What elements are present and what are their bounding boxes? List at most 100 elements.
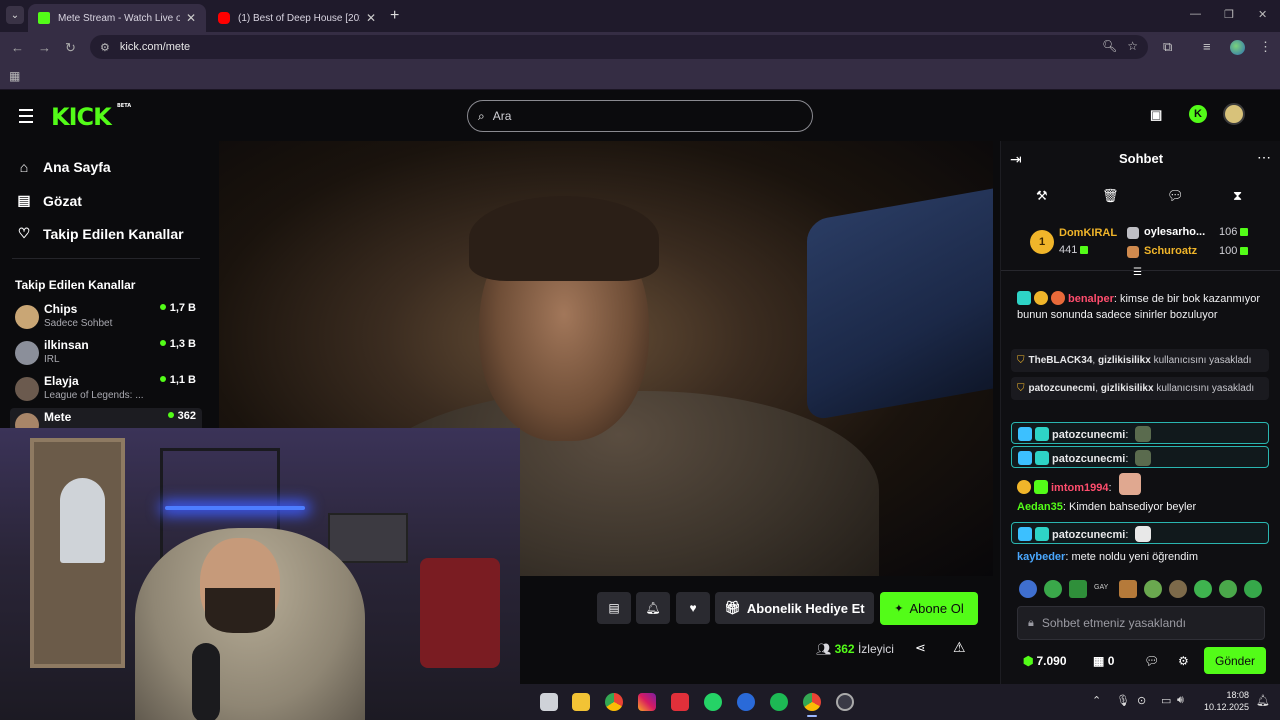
youtube-favicon-icon: [218, 12, 230, 24]
emote-icon[interactable]: [1244, 580, 1262, 598]
room-tv: [328, 513, 408, 563]
notification-icon[interactable]: 🔔︎: [1256, 694, 1270, 707]
media-control-icon[interactable]: ≡: [1203, 39, 1211, 54]
tab-search-button[interactable]: ⌄: [6, 6, 24, 24]
emote-icon[interactable]: [1144, 580, 1162, 598]
follow-button[interactable]: ♥: [676, 592, 710, 624]
menu-kebab-icon[interactable]: ⋮: [1259, 39, 1272, 55]
site-settings-icon[interactable]: ⚙: [100, 41, 110, 54]
system-message-text: kullanıcısını yasakladı: [1156, 383, 1255, 394]
settings-gear-icon[interactable]: ⚙: [1178, 654, 1189, 668]
viewer-label: İzleyici: [857, 642, 894, 656]
spotify-icon[interactable]: [770, 693, 788, 711]
chat-input[interactable]: 🔒︎ Sohbet etmeniz yasaklandı: [1017, 606, 1265, 640]
chat-bubble-icon[interactable]: 💬︎: [1167, 188, 1184, 204]
chat-username[interactable]: patozcunecmi: [1052, 453, 1125, 465]
chat-message[interactable]: Aedan35: Kimden bahsediyor beyler: [1017, 499, 1269, 515]
chat-message[interactable]: imtom1994:: [1017, 473, 1269, 496]
system-clock[interactable]: 18:08 10.12.2025: [1203, 689, 1249, 713]
whatsapp-icon[interactable]: [704, 693, 722, 711]
channel-points[interactable]: ⬢ 7.090: [1023, 654, 1067, 668]
app-icon[interactable]: [671, 693, 689, 711]
trash-icon[interactable]: 🗑︎: [1102, 188, 1119, 204]
close-window-icon[interactable]: ✕: [1258, 8, 1267, 21]
tray-app-icon[interactable]: ⊙: [1137, 694, 1146, 707]
app-icon[interactable]: [836, 693, 854, 711]
drops-counter[interactable]: ▦ 0: [1093, 654, 1114, 668]
emote-icon[interactable]: [1219, 580, 1237, 598]
steam-icon[interactable]: [737, 693, 755, 711]
chrome-active-icon[interactable]: [803, 693, 821, 717]
sidebar-item-home[interactable]: ⌂ Ana Sayfa: [16, 159, 111, 175]
notification-button[interactable]: 🔔︎: [636, 592, 670, 624]
url-input[interactable]: ⚙ kick.com/mete 🔍︎ ☆: [90, 35, 1148, 59]
channel-item[interactable]: Elayja League of Legends: ... 1,1 B: [10, 372, 202, 406]
chat-username[interactable]: patozcunecmi: [1052, 529, 1125, 541]
chat-username[interactable]: Aedan35: [1017, 501, 1063, 513]
hourglass-icon[interactable]: ⧗: [1233, 188, 1242, 204]
instagram-icon[interactable]: [638, 693, 656, 711]
tray-chevron-icon[interactable]: ⌃: [1092, 694, 1101, 707]
search-input[interactable]: ⌕ Ara: [467, 100, 813, 132]
hamburger-menu-icon[interactable]: [19, 109, 33, 127]
avatar: [15, 377, 39, 401]
close-tab-icon[interactable]: ✕: [366, 11, 376, 25]
file-explorer-icon[interactable]: [540, 693, 558, 711]
chat-username[interactable]: patozcunecmi: [1052, 429, 1125, 441]
profile-avatar-icon[interactable]: [1230, 40, 1245, 55]
emote-icon[interactable]: [1019, 580, 1037, 598]
channel-item[interactable]: ilkinsan IRL 1,3 B: [10, 336, 202, 370]
minimize-icon[interactable]: —: [1190, 8, 1201, 20]
kick-coin-icon[interactable]: K: [1189, 105, 1207, 123]
reload-icon[interactable]: ↻: [65, 40, 76, 56]
gifter-name[interactable]: oylesarho...: [1144, 226, 1205, 238]
emote-icon[interactable]: [1169, 580, 1187, 598]
gay-emote-icon[interactable]: GAY: [1094, 584, 1116, 602]
highlighted-chat-message[interactable]: patozcunecmi:: [1011, 522, 1269, 544]
emote-icon[interactable]: [1044, 580, 1062, 598]
folder-icon[interactable]: [572, 693, 590, 711]
tab-kick[interactable]: Mete Stream - Watch Live on Kick ✕: [28, 4, 206, 32]
sidebar-item-browse[interactable]: ▤ Gözat: [16, 192, 82, 209]
restore-icon[interactable]: ❐: [1224, 8, 1234, 21]
tab-youtube[interactable]: (1) Best of Deep House [2025] | ✕: [208, 4, 386, 32]
chat-username[interactable]: imtom1994: [1051, 482, 1108, 494]
gifter-name[interactable]: Schuroatz: [1144, 245, 1197, 257]
top-gifter-name[interactable]: DomKIRAL: [1059, 227, 1117, 239]
user-avatar[interactable]: [1223, 103, 1245, 125]
close-tab-icon[interactable]: ✕: [186, 11, 196, 25]
emote-icon[interactable]: [1194, 580, 1212, 598]
subscribe-button[interactable]: ✦ Abone Ol: [880, 592, 978, 625]
emote-icon[interactable]: [1119, 580, 1137, 598]
clip-button[interactable]: ▤: [597, 592, 631, 624]
volume-icon[interactable]: 🔊︎: [1177, 694, 1184, 707]
pinned-expand-icon[interactable]: ☰: [1133, 267, 1142, 278]
new-tab-button[interactable]: +: [390, 7, 399, 25]
channel-item[interactable]: Chips Sadece Sohbet 1,7 B: [10, 300, 202, 334]
emote-icon[interactable]: [1069, 580, 1087, 598]
display-icon[interactable]: ▭: [1161, 694, 1171, 707]
sidebar-item-following[interactable]: ♡ Takip Edilen Kanallar: [16, 225, 184, 242]
bookmark-star-icon[interactable]: 🔍︎ ☆: [1102, 39, 1138, 53]
send-button[interactable]: Gönder: [1204, 647, 1266, 674]
forward-icon[interactable]: →: [38, 40, 51, 55]
microphone-icon[interactable]: 🎙︎: [1116, 694, 1130, 707]
report-warning-icon[interactable]: ⚠: [953, 639, 966, 656]
chat-username[interactable]: kaybeder: [1017, 551, 1065, 563]
hammer-icon[interactable]: ⚒: [1036, 188, 1048, 204]
more-options-icon[interactable]: ⋯: [1257, 149, 1271, 166]
chat-username[interactable]: benalper: [1068, 293, 1114, 305]
chat-message[interactable]: kaybeder: mete noldu yeni öğrendim: [1017, 549, 1269, 565]
highlighted-chat-message[interactable]: patozcunecmi:: [1011, 446, 1269, 468]
highlighted-chat-message[interactable]: patozcunecmi:: [1011, 422, 1269, 444]
gift-subscription-button[interactable]: 🎁︎ Abonelik Hediye Et: [715, 592, 874, 624]
chat-message[interactable]: benalper: kimse de bir bok kazanmıyor bu…: [1017, 291, 1269, 323]
kick-logo[interactable]: KICK BETA: [51, 103, 131, 131]
chrome-icon[interactable]: [605, 693, 623, 711]
extensions-icon[interactable]: ⧉: [1163, 39, 1172, 55]
share-icon[interactable]: ⋖: [915, 640, 926, 656]
apps-grid-icon[interactable]: ▦: [9, 69, 20, 83]
gift-box-icon[interactable]: ▣: [1150, 107, 1162, 123]
back-icon[interactable]: ←: [11, 40, 24, 55]
chat-bubble-icon[interactable]: 💬︎: [1144, 654, 1159, 668]
